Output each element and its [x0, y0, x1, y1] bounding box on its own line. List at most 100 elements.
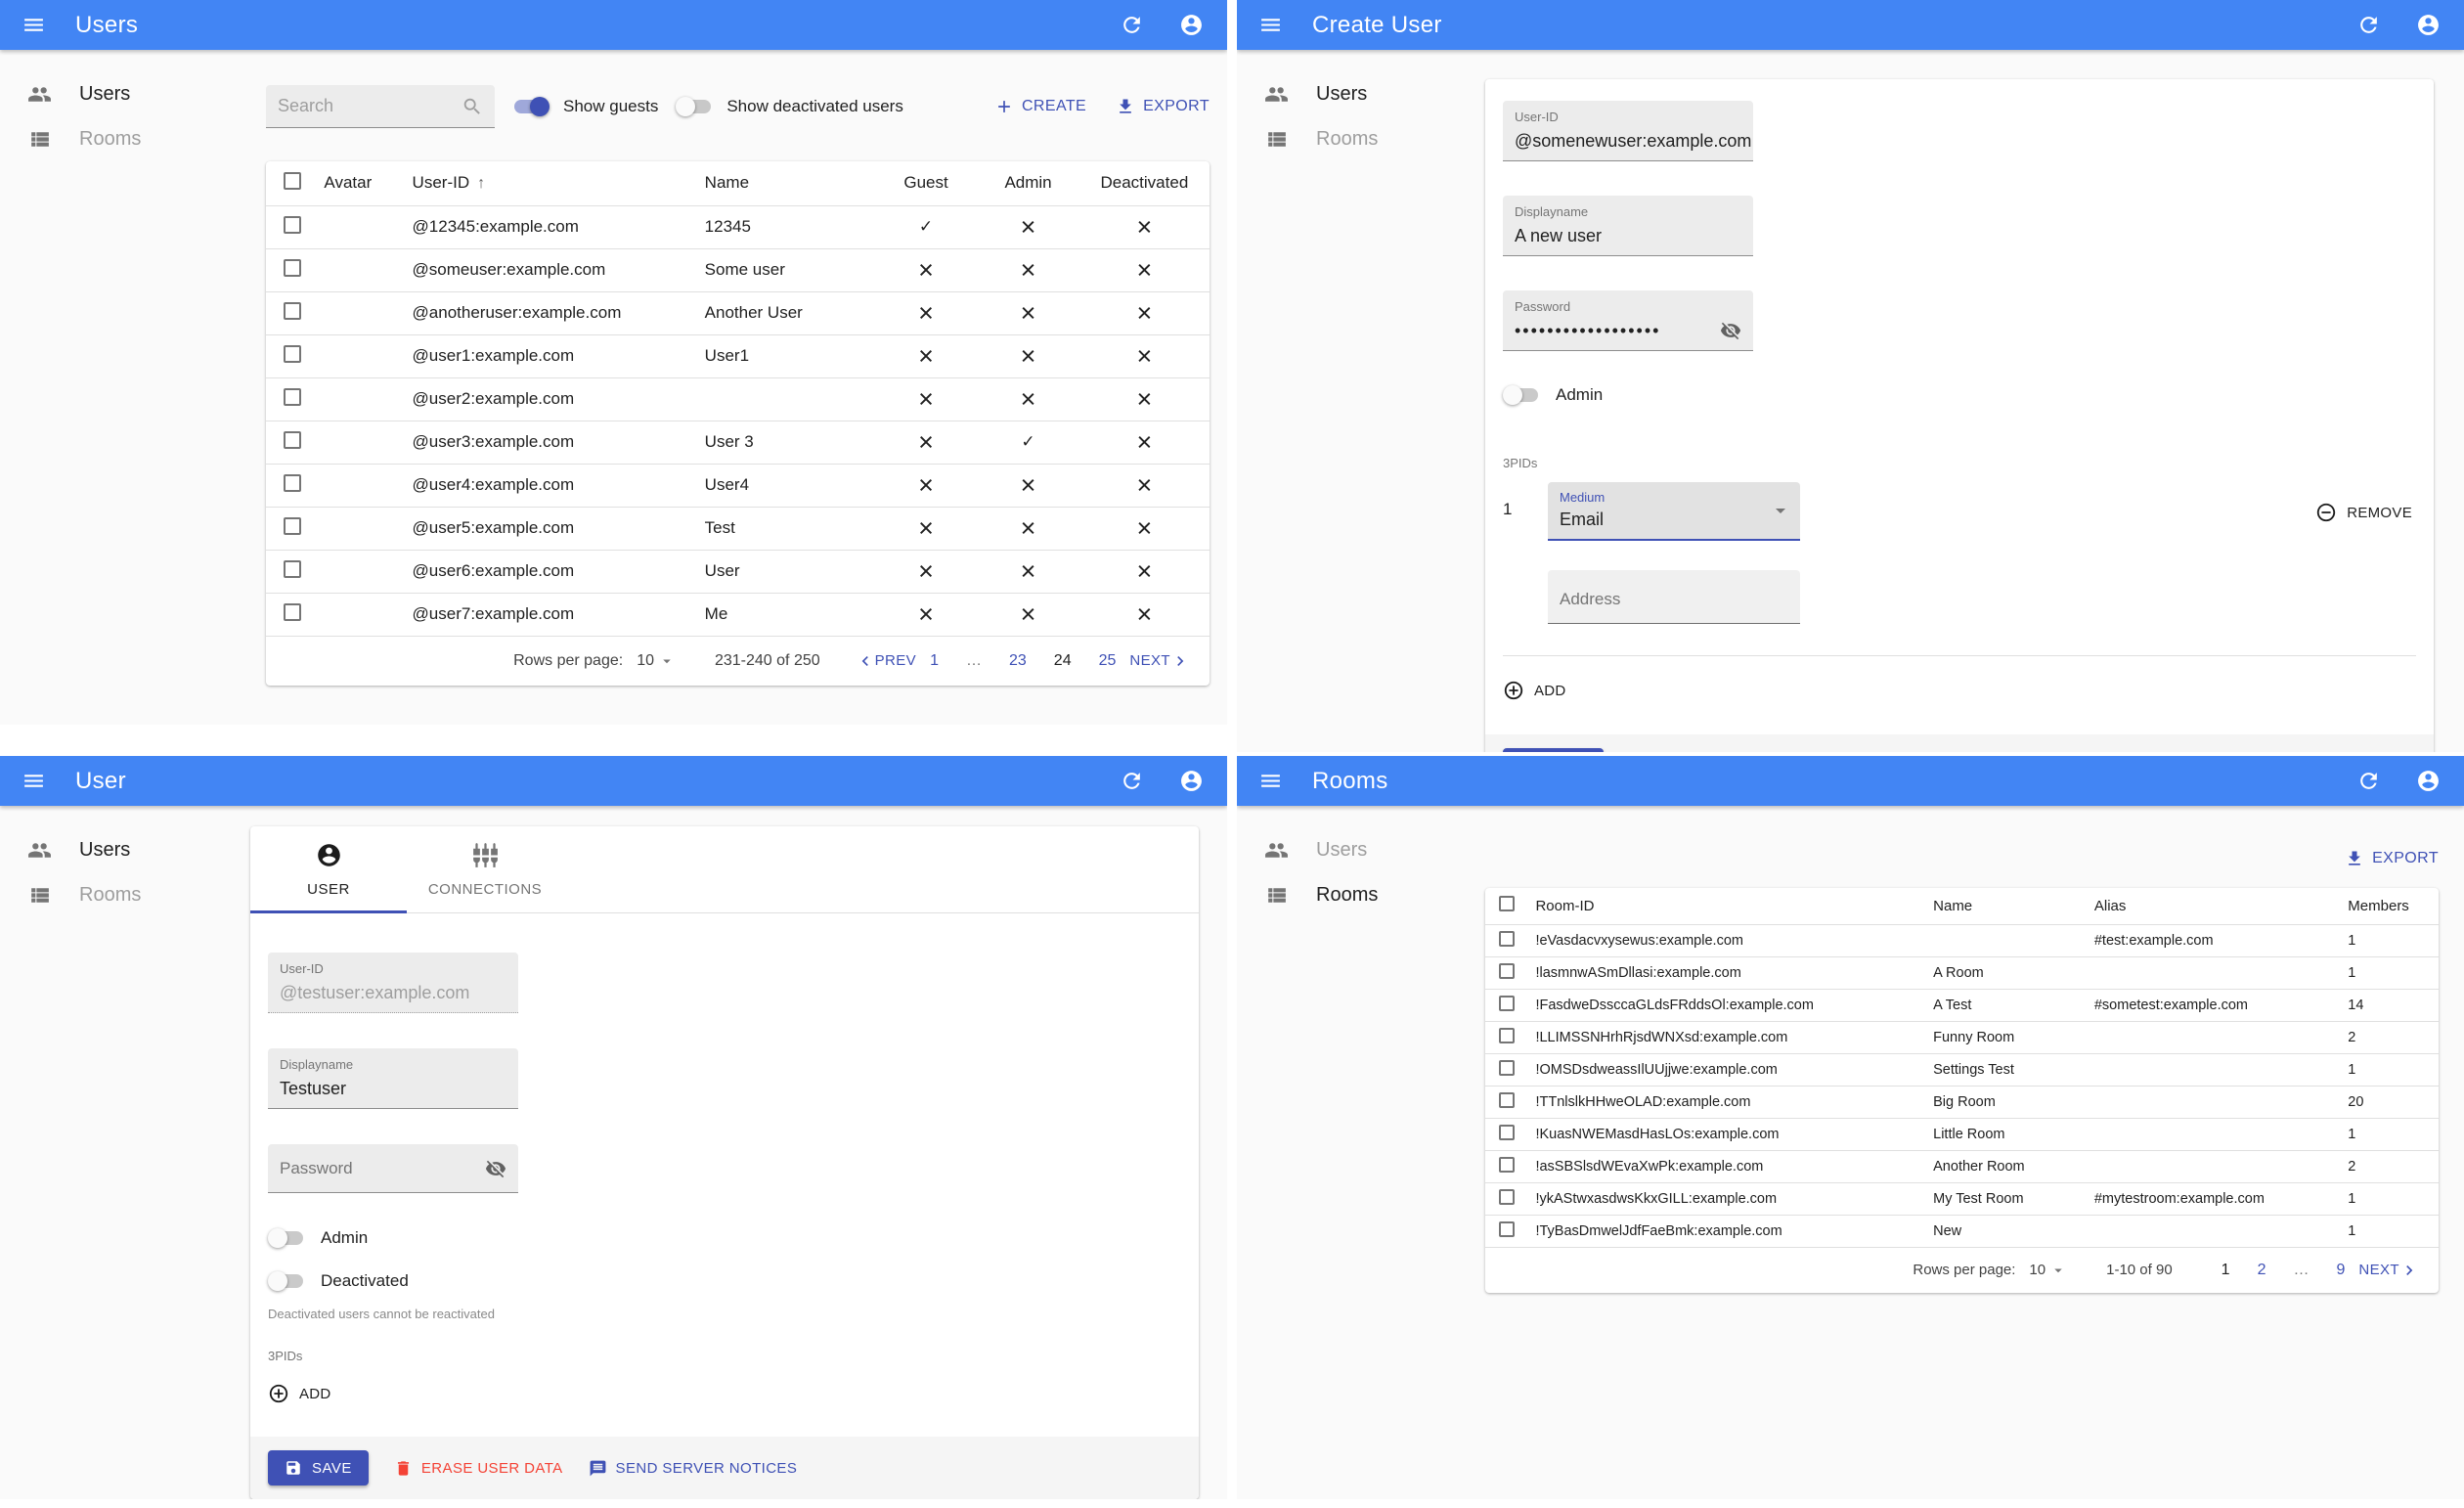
- tab-user[interactable]: USER: [250, 826, 407, 912]
- toggle-switch[interactable]: [268, 1228, 305, 1248]
- medium-select[interactable]: Medium Email: [1548, 482, 1800, 541]
- user-id-field[interactable]: User-ID @somenewuser:example.com: [1503, 101, 1753, 161]
- page-button[interactable]: 2: [2258, 1262, 2266, 1279]
- deactivated-toggle[interactable]: Deactivated: [268, 1271, 1181, 1291]
- sidebar-item-rooms[interactable]: Rooms: [1237, 116, 1472, 161]
- column-header-alias[interactable]: Alias: [2093, 888, 2349, 925]
- table-row[interactable]: @user3:example.com User 3 × ✓ ×: [266, 421, 1210, 465]
- table-row[interactable]: !FasdweDssccaGLdsFRddsOl:example.com A Te…: [1485, 989, 2439, 1022]
- page-button[interactable]: 25: [1099, 652, 1117, 670]
- column-header-members[interactable]: Members: [2348, 888, 2439, 925]
- toggle-switch[interactable]: [512, 97, 550, 116]
- toggle-switch[interactable]: [268, 1271, 305, 1291]
- sidebar-item-users[interactable]: Users: [0, 827, 235, 872]
- row-checkbox[interactable]: [1499, 1027, 1515, 1043]
- refresh-button[interactable]: [2356, 769, 2381, 793]
- account-button[interactable]: [2416, 769, 2441, 793]
- table-row[interactable]: @someuser:example.com Some user × × ×: [266, 248, 1210, 292]
- visibility-off-icon[interactable]: [485, 1158, 506, 1179]
- row-checkbox[interactable]: [284, 516, 301, 535]
- sidebar-item-rooms[interactable]: Rooms: [0, 116, 235, 161]
- rows-per-page-select[interactable]: 10: [2029, 1262, 2067, 1279]
- table-row[interactable]: !KuasNWEMasdHasLOs:example.com Little Roo…: [1485, 1118, 2439, 1151]
- row-checkbox[interactable]: [1499, 1188, 1515, 1205]
- table-row[interactable]: !TTnlslkHHweOLAD:example.com Big Room 20: [1485, 1086, 2439, 1119]
- password-field[interactable]: Password: [268, 1144, 518, 1193]
- toggle-switch[interactable]: [676, 97, 713, 116]
- sidebar-item-users[interactable]: Users: [0, 71, 235, 116]
- next-button[interactable]: NEXT: [1129, 651, 1190, 671]
- create-button[interactable]: CREATE: [994, 97, 1086, 116]
- column-header-avatar[interactable]: Avatar: [324, 161, 413, 206]
- password-field[interactable]: Password ••••••••••••••••••: [1503, 290, 1753, 351]
- row-checkbox[interactable]: [1499, 1156, 1515, 1173]
- erase-user-data-button[interactable]: ERASE USER DATA: [394, 1459, 563, 1478]
- export-button[interactable]: EXPORT: [2345, 849, 2439, 868]
- row-checkbox[interactable]: [284, 559, 301, 578]
- row-checkbox[interactable]: [284, 301, 301, 320]
- table-row[interactable]: @user4:example.com User4 × × ×: [266, 464, 1210, 508]
- column-header-name[interactable]: Name: [704, 161, 875, 206]
- row-checkbox[interactable]: [1499, 1091, 1515, 1108]
- row-checkbox[interactable]: [284, 430, 301, 449]
- table-row[interactable]: @12345:example.com 12345 ✓ × ×: [266, 205, 1210, 249]
- toggle-switch[interactable]: [1503, 385, 1540, 405]
- page-button[interactable]: 9: [2336, 1262, 2345, 1279]
- page-button[interactable]: 1: [930, 652, 939, 670]
- table-row[interactable]: @user2:example.com × × ×: [266, 377, 1210, 421]
- row-checkbox[interactable]: [1499, 962, 1515, 979]
- table-row[interactable]: !eVasdacvxysewus:example.com #test:exampl…: [1485, 924, 2439, 957]
- table-row[interactable]: !OMSDsdweassIlUUjjwe:example.com Settings…: [1485, 1053, 2439, 1087]
- remove-threepid-button[interactable]: REMOVE: [2315, 502, 2412, 523]
- column-header-room-id[interactable]: Room-ID: [1535, 888, 1934, 925]
- sidebar-item-rooms[interactable]: Rooms: [0, 872, 235, 917]
- row-checkbox[interactable]: [284, 602, 301, 621]
- row-checkbox[interactable]: [284, 344, 301, 363]
- visibility-off-icon[interactable]: [1720, 320, 1741, 341]
- show-guests-toggle[interactable]: Show guests: [512, 97, 658, 116]
- table-row[interactable]: !LLIMSSNHrhRjsdWNXsd:example.com Funny Ro…: [1485, 1021, 2439, 1054]
- table-row[interactable]: @user7:example.com Me × × ×: [266, 593, 1210, 637]
- displayname-field[interactable]: Displayname Testuser: [268, 1048, 518, 1109]
- column-header-guest[interactable]: Guest: [874, 161, 978, 206]
- row-checkbox[interactable]: [1499, 995, 1515, 1011]
- refresh-button[interactable]: [2356, 13, 2381, 37]
- table-row[interactable]: !lasmnwASmDllasi:example.com A Room 1: [1485, 956, 2439, 990]
- add-threepid-button[interactable]: ADD: [268, 1383, 331, 1404]
- row-checkbox[interactable]: [1499, 1124, 1515, 1140]
- table-row[interactable]: @anotheruser:example.com Another User × × ×: [266, 291, 1210, 335]
- table-row[interactable]: !TyBasDmwelJdfFaeBmk:example.com New 1: [1485, 1215, 2439, 1248]
- column-header-deactivated[interactable]: Deactivated: [1078, 161, 1210, 206]
- page-button[interactable]: 23: [1009, 652, 1027, 670]
- row-checkbox[interactable]: [284, 258, 301, 277]
- table-row[interactable]: @user6:example.com User × × ×: [266, 550, 1210, 594]
- row-checkbox[interactable]: [284, 387, 301, 406]
- select-all-checkbox[interactable]: [284, 171, 301, 190]
- admin-toggle[interactable]: Admin: [1503, 385, 2416, 405]
- account-button[interactable]: [1179, 13, 1204, 37]
- column-header-user-id[interactable]: User-ID ↑: [412, 161, 705, 206]
- table-row[interactable]: !ykAStwxasdwsKkxGILL:example.com My Test …: [1485, 1182, 2439, 1216]
- column-header-name[interactable]: Name: [1933, 888, 2094, 925]
- row-checkbox[interactable]: [1499, 1220, 1515, 1237]
- row-checkbox[interactable]: [1499, 930, 1515, 947]
- save-button[interactable]: SAVE: [1503, 748, 1604, 752]
- refresh-button[interactable]: [1120, 13, 1144, 37]
- row-checkbox[interactable]: [284, 215, 301, 234]
- menu-button[interactable]: [1258, 769, 1283, 793]
- send-server-notices-button[interactable]: SEND SERVER NOTICES: [589, 1459, 798, 1478]
- sidebar-item-rooms[interactable]: Rooms: [1237, 872, 1472, 917]
- rows-per-page-select[interactable]: 10: [637, 652, 676, 670]
- show-deactivated-toggle[interactable]: Show deactivated users: [676, 97, 903, 116]
- table-row[interactable]: @user1:example.com User1 × × ×: [266, 334, 1210, 378]
- table-row[interactable]: @user5:example.com Test × × ×: [266, 507, 1210, 551]
- column-header-admin[interactable]: Admin: [977, 161, 1079, 206]
- sidebar-item-users[interactable]: Users: [1237, 827, 1472, 872]
- select-all-checkbox[interactable]: [1499, 896, 1515, 912]
- export-button[interactable]: EXPORT: [1116, 97, 1210, 116]
- table-row[interactable]: !asSBSlsdWEvaXwPk:example.com Another Roo…: [1485, 1150, 2439, 1183]
- save-button[interactable]: SAVE: [268, 1450, 369, 1486]
- refresh-button[interactable]: [1120, 769, 1144, 793]
- sidebar-item-users[interactable]: Users: [1237, 71, 1472, 116]
- displayname-field[interactable]: Displayname A new user: [1503, 196, 1753, 256]
